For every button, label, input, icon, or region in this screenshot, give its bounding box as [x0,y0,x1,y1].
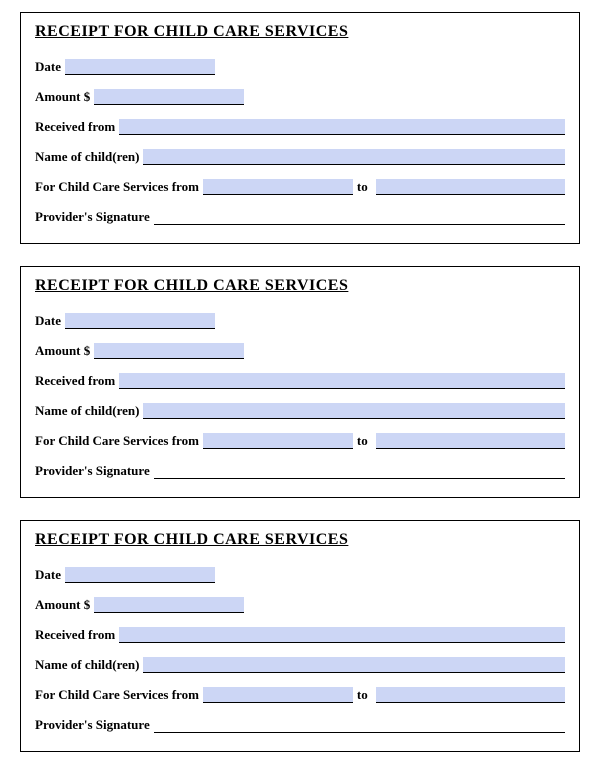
services-range-row: For Child Care Services from to [35,433,565,449]
received-from-field[interactable] [119,373,565,389]
to-label: to [357,433,368,449]
date-label: Date [35,313,61,329]
amount-row: Amount $ [35,343,565,359]
services-to-field[interactable] [376,433,565,449]
receipt-title: RECEIPT FOR CHILD CARE SERVICES [35,23,565,41]
date-label: Date [35,567,61,583]
date-field[interactable] [65,59,215,75]
signature-field[interactable] [154,718,565,733]
received-from-field[interactable] [119,119,565,135]
receipt-block: RECEIPT FOR CHILD CARE SERVICES Date Amo… [20,12,580,244]
date-field[interactable] [65,567,215,583]
receipt-block: RECEIPT FOR CHILD CARE SERVICES Date Amo… [20,266,580,498]
amount-label: Amount $ [35,89,90,105]
to-label: to [357,179,368,195]
services-from-field[interactable] [203,687,353,703]
amount-field[interactable] [94,597,244,613]
received-from-label: Received from [35,627,115,643]
date-field[interactable] [65,313,215,329]
receipt-block: RECEIPT FOR CHILD CARE SERVICES Date Amo… [20,520,580,752]
services-from-label: For Child Care Services from [35,179,199,195]
services-from-field[interactable] [203,433,353,449]
signature-row: Provider's Signature [35,463,565,479]
services-range-row: For Child Care Services from to [35,179,565,195]
document-page: RECEIPT FOR CHILD CARE SERVICES Date Amo… [0,0,600,752]
services-from-label: For Child Care Services from [35,687,199,703]
signature-row: Provider's Signature [35,717,565,733]
child-name-label: Name of child(ren) [35,149,139,165]
services-from-label: For Child Care Services from [35,433,199,449]
amount-label: Amount $ [35,597,90,613]
date-row: Date [35,313,565,329]
received-from-row: Received from [35,119,565,135]
signature-label: Provider's Signature [35,717,150,733]
receipt-title: RECEIPT FOR CHILD CARE SERVICES [35,277,565,295]
services-to-field[interactable] [376,687,565,703]
services-from-field[interactable] [203,179,353,195]
amount-row: Amount $ [35,89,565,105]
child-name-label: Name of child(ren) [35,657,139,673]
child-name-field[interactable] [143,403,565,419]
received-from-row: Received from [35,627,565,643]
amount-label: Amount $ [35,343,90,359]
child-name-label: Name of child(ren) [35,403,139,419]
received-from-label: Received from [35,119,115,135]
child-name-row: Name of child(ren) [35,403,565,419]
amount-row: Amount $ [35,597,565,613]
signature-field[interactable] [154,464,565,479]
to-label: to [357,687,368,703]
signature-row: Provider's Signature [35,209,565,225]
date-row: Date [35,59,565,75]
child-name-row: Name of child(ren) [35,149,565,165]
child-name-field[interactable] [143,657,565,673]
services-range-row: For Child Care Services from to [35,687,565,703]
received-from-row: Received from [35,373,565,389]
services-to-field[interactable] [376,179,565,195]
signature-label: Provider's Signature [35,209,150,225]
amount-field[interactable] [94,343,244,359]
date-label: Date [35,59,61,75]
signature-field[interactable] [154,210,565,225]
signature-label: Provider's Signature [35,463,150,479]
receipt-title: RECEIPT FOR CHILD CARE SERVICES [35,531,565,549]
received-from-label: Received from [35,373,115,389]
child-name-field[interactable] [143,149,565,165]
child-name-row: Name of child(ren) [35,657,565,673]
date-row: Date [35,567,565,583]
amount-field[interactable] [94,89,244,105]
received-from-field[interactable] [119,627,565,643]
